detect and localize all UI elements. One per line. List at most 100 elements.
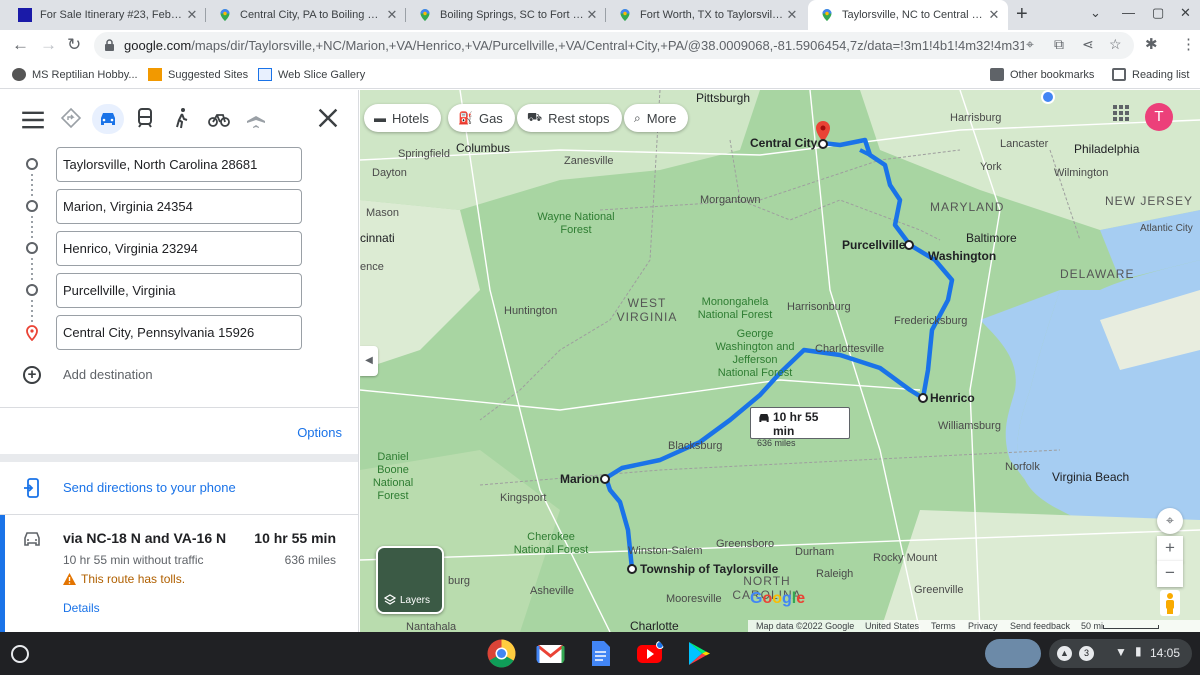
gas-chip[interactable]: ⛽ Gas xyxy=(448,104,515,132)
bookmark-item[interactable]: Web Slice Gallery xyxy=(258,68,365,81)
details-link[interactable]: Details xyxy=(63,601,100,615)
location-icon[interactable]: ⌖ xyxy=(1026,36,1034,53)
rest-stops-chip[interactable]: ⛟ Rest stops xyxy=(517,104,622,132)
tab[interactable]: Boiling Springs, SC to Fort Wor ✕ xyxy=(406,0,606,30)
tab[interactable]: For Sale Itinerary #23, February ✕ xyxy=(6,0,206,30)
minimize-icon[interactable]: — xyxy=(1122,5,1135,20)
map-label: Charlottesville xyxy=(815,343,885,355)
route-connector xyxy=(31,258,33,280)
close-icon[interactable]: ✕ xyxy=(784,7,800,23)
reading-list[interactable]: Reading list xyxy=(1112,68,1189,81)
back-icon[interactable]: ← xyxy=(12,35,29,55)
forward-icon[interactable]: → xyxy=(40,35,57,55)
add-destination-icon[interactable]: + xyxy=(23,366,41,384)
url-path: /maps/dir/Taylorsville,+NC/Marion,+VA/He… xyxy=(191,38,1024,53)
share-icon[interactable]: ⋖ xyxy=(1082,36,1094,53)
map-scale[interactable]: 50 mi xyxy=(1081,621,1103,631)
flight-icon[interactable] xyxy=(244,106,268,130)
map-label: Monongahela National Forest xyxy=(697,296,773,321)
youtube-icon[interactable] xyxy=(634,638,665,669)
docs-icon[interactable] xyxy=(585,638,616,669)
walking-icon[interactable] xyxy=(170,106,194,130)
waypoint-marker-icon[interactable] xyxy=(627,564,637,574)
marker-label-marion[interactable]: Marion xyxy=(560,472,599,486)
collapse-panel-button[interactable]: ◀ xyxy=(360,346,378,376)
privacy-link[interactable]: Privacy xyxy=(968,621,998,631)
waypoint-input-2[interactable]: Marion, Virginia 24354 xyxy=(56,189,302,224)
waypoint-marker-icon[interactable] xyxy=(904,240,914,250)
maximize-icon[interactable]: ▢ xyxy=(1152,5,1164,21)
play-store-icon[interactable] xyxy=(683,638,714,669)
transit-icon[interactable] xyxy=(133,106,157,130)
map-label: burg xyxy=(448,575,471,587)
add-destination-button[interactable]: Add destination xyxy=(63,367,153,382)
close-icon[interactable]: ✕ xyxy=(184,7,200,23)
zoom-out-button[interactable]: − xyxy=(1157,561,1183,587)
more-chip[interactable]: ⌕ More xyxy=(624,104,689,132)
waypoint-marker-icon[interactable] xyxy=(918,393,928,403)
waypoint-input-3[interactable]: Henrico, Virginia 23294 xyxy=(56,231,302,266)
close-icon[interactable]: ✕ xyxy=(986,7,1002,23)
other-bookmarks[interactable]: Other bookmarks xyxy=(990,68,1094,81)
marker-label-purcellville[interactable]: Purcellville xyxy=(842,238,905,252)
menu-icon[interactable] xyxy=(21,108,45,132)
avatar[interactable]: T xyxy=(1145,103,1173,131)
maps-pin-icon xyxy=(420,9,430,21)
my-location-button[interactable]: ⌖ xyxy=(1157,508,1183,534)
close-window-icon[interactable]: ✕ xyxy=(1180,5,1191,21)
tote-icon[interactable] xyxy=(985,639,1041,668)
terms-link[interactable]: Terms xyxy=(931,621,956,631)
zoom-in-button[interactable]: + xyxy=(1157,536,1183,562)
send-feedback-link[interactable]: Send feedback xyxy=(1010,621,1070,631)
close-icon[interactable]: ✕ xyxy=(384,7,400,23)
map-label: Morgantown xyxy=(700,194,761,206)
address-bar[interactable]: google.com/maps/dir/Taylorsville,+NC/Mar… xyxy=(94,32,1134,59)
open-in-app-icon[interactable]: ⧉ xyxy=(1054,36,1064,53)
options-button[interactable]: Options xyxy=(297,425,342,440)
hotels-chip[interactable]: ▬ Hotels xyxy=(364,104,441,132)
menu-dots-icon[interactable]: ⋮ xyxy=(1181,35,1196,53)
bookmark-item[interactable]: Suggested Sites xyxy=(148,68,248,81)
callout-duration: 10 hr 55 min xyxy=(773,410,819,438)
route-title[interactable]: via NC-18 N and VA-16 N xyxy=(63,530,226,546)
gmail-icon[interactable] xyxy=(535,638,566,669)
map-label: Daniel Boone National Forest xyxy=(372,451,414,502)
marker-label-taylorsville[interactable]: Township of Taylorsville xyxy=(640,562,778,576)
map-label: DELAWARE xyxy=(1060,267,1135,281)
bookmark-item[interactable]: MS Reptilian Hobby... xyxy=(12,68,138,81)
tab-search-icon[interactable]: ⌄ xyxy=(1090,5,1101,21)
driving-mode-button[interactable] xyxy=(92,104,124,134)
marker-label-central-city[interactable]: Central City xyxy=(750,136,817,150)
close-icon[interactable]: ✕ xyxy=(584,7,600,23)
new-tab-button[interactable]: + xyxy=(1016,3,1028,26)
star-icon[interactable]: ☆ xyxy=(1109,36,1122,53)
send-to-phone-button[interactable]: Send directions to your phone xyxy=(63,480,236,495)
reptile-icon xyxy=(12,68,26,81)
attribution-country[interactable]: United States xyxy=(865,621,919,631)
map-canvas[interactable]: Pittsburgh Harrisburg Columbus Springfie… xyxy=(360,90,1200,632)
best-route-icon[interactable] xyxy=(59,106,83,130)
reload-icon[interactable]: ↻ xyxy=(67,35,81,55)
map-label: Mason xyxy=(366,207,400,219)
close-directions-icon[interactable] xyxy=(316,106,340,130)
waypoint-marker-icon[interactable] xyxy=(600,474,610,484)
extensions-icon[interactable]: ✱ xyxy=(1145,35,1158,53)
layers-button[interactable]: Layers xyxy=(376,546,444,614)
waypoint-input-1[interactable]: Taylorsville, North Carolina 28681 xyxy=(56,147,302,182)
marker-label-henrico[interactable]: Henrico xyxy=(930,391,975,405)
cycling-icon[interactable] xyxy=(207,106,231,130)
waypoint-input-4[interactable]: Purcellville, Virginia xyxy=(56,273,302,308)
status-tray[interactable]: ▲ 3 ▼ ▮ 14:05 xyxy=(1049,639,1192,668)
pegman-icon[interactable] xyxy=(1160,590,1180,616)
map-label: Mooresville xyxy=(666,593,722,605)
tab[interactable]: Fort Worth, TX to Taylorsville, N ✕ xyxy=(606,0,806,30)
chrome-icon[interactable] xyxy=(486,638,517,669)
apps-grid-icon[interactable] xyxy=(1112,104,1130,122)
destination-input[interactable]: Central City, Pennsylvania 15926 xyxy=(56,315,302,350)
tab-title: Taylorsville, NC to Central City, xyxy=(842,9,986,21)
tab[interactable]: Central City, PA to Boiling Sprin ✕ xyxy=(206,0,406,30)
route-info-callout[interactable]: 10 hr 55 min 636 miles xyxy=(750,407,850,448)
divider xyxy=(0,514,358,515)
launcher-icon[interactable] xyxy=(11,645,29,663)
tab-active[interactable]: Taylorsville, NC to Central City, ✕ xyxy=(808,0,1008,30)
